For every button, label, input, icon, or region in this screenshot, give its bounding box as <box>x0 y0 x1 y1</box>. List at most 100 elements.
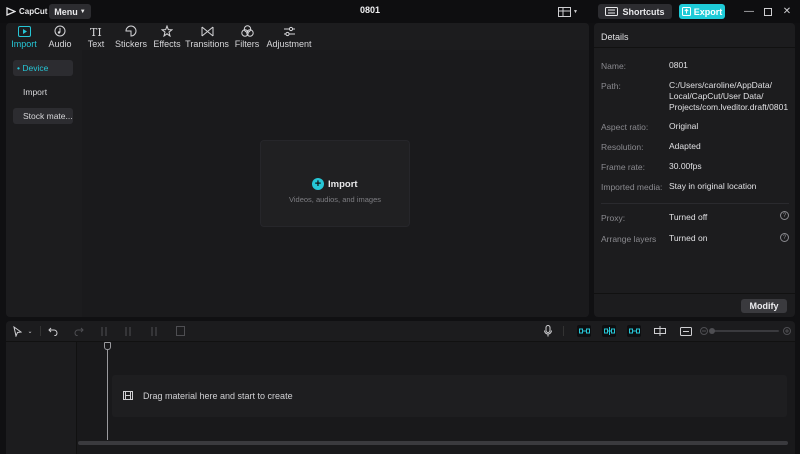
tab-label: Import <box>11 39 37 49</box>
layout-button[interactable]: ▼ <box>558 6 578 17</box>
maximize-icon <box>764 7 772 16</box>
toolbar-separator <box>563 326 564 336</box>
app-logo-text: CapCut <box>19 6 48 16</box>
svg-text:TI: TI <box>90 26 102 37</box>
tab-label: Adjustment <box>266 39 312 49</box>
zoom-slider-handle[interactable] <box>709 328 715 334</box>
shortcuts-label: Shortcuts <box>622 6 665 17</box>
tab-filters[interactable]: Filters <box>235 24 259 49</box>
adjustment-icon <box>283 26 295 37</box>
chevron-down-icon: ⌄ <box>27 328 33 335</box>
tab-label: Audio <box>48 39 72 49</box>
microphone-icon <box>544 325 552 337</box>
project-title: 0801 <box>359 5 381 15</box>
transitions-icon <box>201 26 213 37</box>
timeline-scrollbar[interactable] <box>78 441 788 445</box>
timeline-drop-text: Drag material here and start to create <box>143 391 293 401</box>
tab-import[interactable]: Import <box>11 24 37 49</box>
import-icon <box>17 26 31 37</box>
zoom-in-icon <box>783 327 791 335</box>
maximize-button[interactable] <box>761 5 775 18</box>
fit-icon <box>680 326 692 336</box>
preview-axis-button[interactable] <box>627 325 641 337</box>
tab-label: Transitions <box>185 39 229 49</box>
nav-item-stock-material[interactable]: Stock mate... <box>13 108 73 124</box>
import-button[interactable]: + Import <box>312 177 362 191</box>
detail-label-path: Path: <box>601 81 621 91</box>
zoom-out-icon <box>700 327 708 335</box>
close-button[interactable]: ✕ <box>780 5 794 18</box>
detail-value-name: 0801 <box>669 60 688 70</box>
import-hint: Videos, audios, and images <box>288 195 381 204</box>
playhead-handle[interactable] <box>104 342 111 350</box>
zoom-in-button[interactable] <box>782 325 792 337</box>
detail-label-resolution: Resolution: <box>601 142 644 152</box>
keyboard-icon <box>605 7 619 16</box>
split-left-button[interactable] <box>122 325 134 337</box>
fit-timeline-button[interactable] <box>679 325 693 337</box>
redo-icon <box>74 327 84 336</box>
detail-label-frame-rate: Frame rate: <box>601 162 645 172</box>
delete-icon <box>175 326 185 336</box>
tab-stickers[interactable]: Stickers <box>115 24 147 49</box>
app-logo: CapCut <box>6 4 47 18</box>
audio-icon <box>54 25 66 37</box>
undo-icon <box>48 327 58 336</box>
zoom-out-button[interactable] <box>699 325 709 337</box>
tab-effects[interactable]: Effects <box>153 24 181 49</box>
tab-audio[interactable]: Audio <box>48 24 72 49</box>
chevron-down-icon: ▼ <box>79 8 86 15</box>
split-view-button[interactable] <box>653 325 667 337</box>
tab-transitions[interactable]: Transitions <box>185 24 229 49</box>
delete-button[interactable] <box>174 325 186 337</box>
filters-icon <box>240 25 254 37</box>
detail-value-frame-rate: 30.00fps <box>669 161 702 171</box>
redo-button[interactable] <box>73 325 85 337</box>
playhead-line[interactable] <box>107 344 108 440</box>
select-tool-dropdown[interactable]: ⌄ <box>25 325 35 337</box>
help-icon[interactable]: ? <box>780 233 789 242</box>
chevron-down-icon: ▼ <box>573 8 578 15</box>
layout-icon <box>558 6 571 17</box>
modify-button[interactable]: Modify <box>741 299 787 313</box>
menu-label: Menu <box>54 6 78 17</box>
text-icon: TI <box>90 26 102 37</box>
undo-button[interactable] <box>47 325 59 337</box>
export-button[interactable]: Export <box>679 4 725 19</box>
snap-icon <box>628 328 640 334</box>
split-icon <box>101 326 107 336</box>
film-icon <box>123 391 133 400</box>
auto-snap-button[interactable] <box>577 325 591 337</box>
tab-adjustment[interactable]: Adjustment <box>266 24 312 49</box>
select-tool-button[interactable] <box>11 325 23 337</box>
detail-value-imported-media: Stay in original location <box>669 181 757 191</box>
details-divider <box>601 203 789 204</box>
split-right-button[interactable] <box>148 325 160 337</box>
tab-text[interactable]: TI Text <box>86 24 106 49</box>
detail-label-aspect-ratio: Aspect ratio: <box>601 122 649 132</box>
effects-icon <box>161 25 173 37</box>
shortcuts-button[interactable]: Shortcuts <box>598 4 672 19</box>
plus-icon: + <box>312 178 324 190</box>
import-button-label: Import <box>328 178 358 190</box>
zoom-slider[interactable] <box>711 330 779 332</box>
split-view-icon <box>654 326 666 336</box>
minimize-icon: — <box>744 6 754 17</box>
minimize-button[interactable]: — <box>742 5 756 18</box>
link-icon <box>578 328 590 334</box>
toolbar-separator <box>40 326 41 336</box>
close-icon: ✕ <box>782 6 792 17</box>
details-title: Details <box>601 32 629 42</box>
record-audio-button[interactable] <box>542 325 554 337</box>
nav-item-import[interactable]: Import <box>13 84 73 100</box>
track-header-column <box>6 342 77 454</box>
tab-label: Effects <box>153 39 181 49</box>
menu-button[interactable]: Menu ▼ <box>49 4 91 19</box>
linkage-button[interactable] <box>602 325 616 337</box>
export-label: Export <box>693 6 723 17</box>
help-icon[interactable]: ? <box>780 211 789 220</box>
nav-item-device[interactable]: • Device <box>13 60 73 76</box>
export-icon <box>681 7 691 16</box>
split-button[interactable] <box>98 325 110 337</box>
trim-left-icon <box>125 326 131 336</box>
